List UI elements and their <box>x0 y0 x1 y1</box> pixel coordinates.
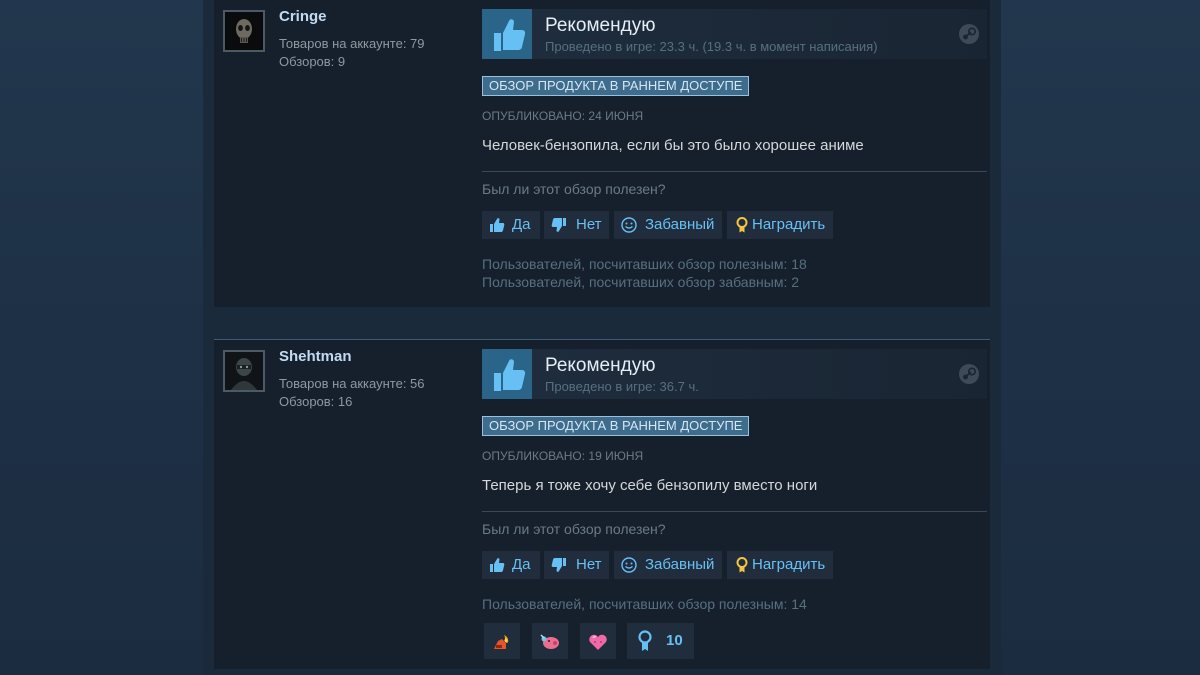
recommendation-title[interactable]: Рекомендую <box>545 355 655 377</box>
author-products-count[interactable]: Товаров на аккаунте: 79 <box>279 36 425 51</box>
award-label: Наградить <box>752 556 826 573</box>
review-card: Shehtman Товаров на аккаунте: 56 Обзоров… <box>214 339 990 669</box>
ribbon-award-icon <box>638 630 652 651</box>
vote-no-label: Нет <box>576 216 602 233</box>
award-ribbon-icon <box>736 217 748 233</box>
author-reviews-count[interactable]: Обзоров: 9 <box>279 54 345 69</box>
thumbs-up-icon <box>482 9 532 59</box>
vote-yes-button[interactable]: Да <box>482 211 540 239</box>
ribbon-award[interactable]: 10 <box>627 623 694 659</box>
page-background-right <box>990 0 1200 675</box>
author-name[interactable]: Shehtman <box>279 348 352 365</box>
hot-take-award-icon <box>494 635 509 649</box>
soldier-avatar-icon <box>225 352 263 390</box>
vote-no-label: Нет <box>576 556 602 573</box>
helpful-question: Был ли этот обзор полезен? <box>482 521 666 537</box>
hot-take-award[interactable] <box>484 623 520 659</box>
author-products-count[interactable]: Товаров на аккаунте: 56 <box>279 376 425 391</box>
playtime: Проведено в игре: 23.3 ч. (19.3 ч. в мом… <box>545 39 878 54</box>
steam-logo-icon <box>959 24 979 44</box>
avatar[interactable] <box>223 10 265 52</box>
award-button[interactable]: Наградить <box>727 211 833 239</box>
smiley-icon <box>621 557 637 573</box>
vote-header: Рекомендую Проведено в игре: 23.3 ч. (19… <box>482 9 987 59</box>
funny-count: Пользователей, посчитавших обзор забавны… <box>482 274 800 290</box>
pig-award-icon <box>540 634 559 649</box>
thumbs-down-icon <box>551 218 566 232</box>
vote-funny-label: Забавный <box>645 216 715 233</box>
vote-yes-label: Да <box>512 216 531 233</box>
award-ribbon-icon <box>736 557 748 573</box>
helpful-question: Был ли этот обзор полезен? <box>482 181 666 197</box>
vote-funny-button[interactable]: Забавный <box>614 551 722 579</box>
divider <box>482 511 987 512</box>
award-button[interactable]: Наградить <box>727 551 833 579</box>
early-access-badge: ОБЗОР ПРОДУКТА В РАННЕМ ДОСТУПЕ <box>482 76 750 96</box>
vote-header: Рекомендую Проведено в игре: 36.7 ч. <box>482 349 987 399</box>
pig-award[interactable] <box>532 623 568 659</box>
steam-logo-icon <box>959 364 979 384</box>
heart-award-icon <box>589 634 607 650</box>
smiley-icon <box>621 217 637 233</box>
helpful-count: Пользователей, посчитавших обзор полезны… <box>482 596 807 612</box>
skull-avatar-icon <box>225 12 263 50</box>
author-reviews-count[interactable]: Обзоров: 16 <box>279 394 352 409</box>
vote-yes-label: Да <box>512 556 531 573</box>
thumbs-up-icon <box>490 558 505 572</box>
award-label: Наградить <box>752 216 826 233</box>
vote-no-button[interactable]: Нет <box>544 551 609 579</box>
thumbs-up-icon <box>482 349 532 399</box>
posted-date: ОПУБЛИКОВАНО: 24 ИЮНЯ <box>482 109 644 123</box>
playtime: Проведено в игре: 36.7 ч. <box>545 379 699 394</box>
vote-yes-button[interactable]: Да <box>482 551 540 579</box>
page-background-left <box>0 0 215 675</box>
vote-funny-label: Забавный <box>645 556 715 573</box>
vote-funny-button[interactable]: Забавный <box>614 211 722 239</box>
divider <box>482 171 987 172</box>
review-text: Теперь я тоже хочу себе бензопилу вместо… <box>482 477 818 494</box>
helpful-count: Пользователей, посчитавших обзор полезны… <box>482 256 807 272</box>
review-text: Человек-бензопила, если бы это было хоро… <box>482 137 864 154</box>
early-access-badge: ОБЗОР ПРОДУКТА В РАННЕМ ДОСТУПЕ <box>482 416 750 436</box>
posted-date: ОПУБЛИКОВАНО: 19 ИЮНЯ <box>482 449 644 463</box>
thumbs-down-icon <box>551 558 566 572</box>
author-name[interactable]: Cringe <box>279 8 327 25</box>
award-count: 10 <box>666 632 683 649</box>
thumbs-up-icon <box>490 218 505 232</box>
vote-no-button[interactable]: Нет <box>544 211 609 239</box>
avatar[interactable] <box>223 350 265 392</box>
recommendation-title[interactable]: Рекомендую <box>545 15 655 37</box>
review-card: Cringe Товаров на аккаунте: 79 Обзоров: … <box>214 0 990 307</box>
heart-award[interactable] <box>580 623 616 659</box>
